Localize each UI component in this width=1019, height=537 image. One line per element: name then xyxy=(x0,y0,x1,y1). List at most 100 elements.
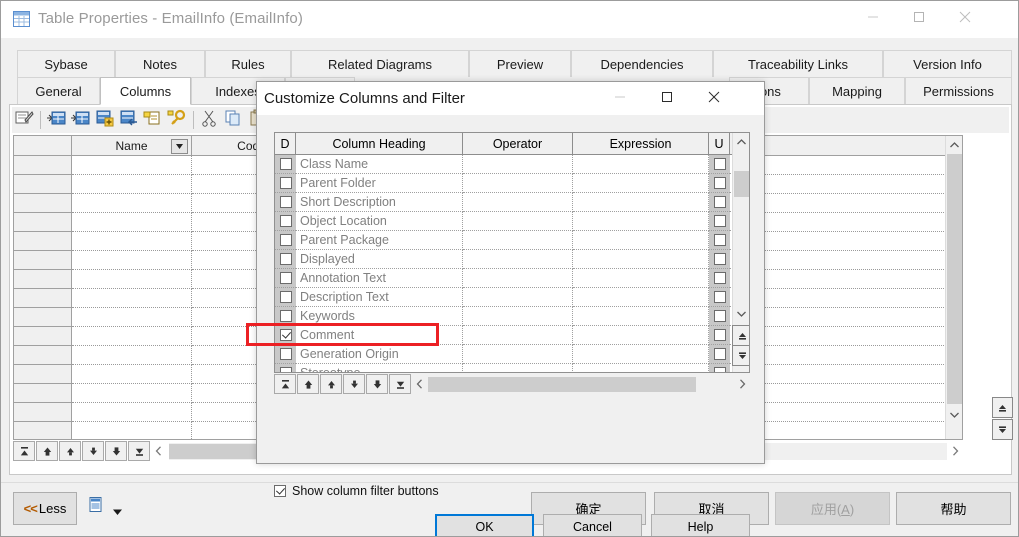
expression-cell[interactable] xyxy=(573,193,709,212)
add-column-icon[interactable] xyxy=(95,109,117,131)
row-header-cell[interactable] xyxy=(14,194,72,213)
dialog-nav-page-down-button[interactable] xyxy=(366,374,388,394)
used-checkbox[interactable] xyxy=(714,196,726,208)
cell-name[interactable] xyxy=(72,213,192,232)
dialog-nav-first-button[interactable] xyxy=(274,374,296,394)
dialog-move-top-button[interactable] xyxy=(732,325,750,346)
column-heading-cell[interactable]: Description Text xyxy=(296,288,463,307)
dialog-close-button[interactable] xyxy=(691,82,736,112)
display-checkbox[interactable] xyxy=(280,234,292,246)
operator-cell[interactable] xyxy=(463,155,573,174)
operator-cell[interactable] xyxy=(463,212,573,231)
used-checkbox-cell[interactable] xyxy=(709,193,730,212)
display-checkbox-cell[interactable] xyxy=(275,193,296,212)
help-button[interactable]: 帮助 xyxy=(896,492,1011,525)
used-checkbox-cell[interactable] xyxy=(709,231,730,250)
nav-up-button[interactable] xyxy=(59,441,81,461)
cell-name[interactable] xyxy=(72,422,192,440)
minimize-button[interactable] xyxy=(850,1,896,32)
used-checkbox[interactable] xyxy=(714,158,726,170)
cell-name[interactable] xyxy=(72,270,192,289)
display-checkbox[interactable] xyxy=(280,215,292,227)
dialog-help-button[interactable]: Help xyxy=(651,514,750,537)
grid-scroll-thumb[interactable] xyxy=(947,154,962,404)
row-header-cell[interactable] xyxy=(14,365,72,384)
row-header-cell[interactable] xyxy=(14,232,72,251)
column-heading-cell[interactable]: Comment xyxy=(296,326,463,345)
cell-name[interactable] xyxy=(72,289,192,308)
row-header-cell[interactable] xyxy=(14,270,72,289)
dialog-nav-page-up-button[interactable] xyxy=(297,374,319,394)
row-header-cell[interactable] xyxy=(14,156,72,175)
tab-mapping[interactable]: Mapping xyxy=(809,77,905,104)
used-checkbox-cell[interactable] xyxy=(709,212,730,231)
filter-dropdown-icon[interactable] xyxy=(171,139,188,154)
operator-cell[interactable] xyxy=(463,326,573,345)
display-checkbox-cell[interactable] xyxy=(275,174,296,193)
operator-cell[interactable] xyxy=(463,269,573,288)
dialog-nav-last-button[interactable] xyxy=(389,374,411,394)
list-item[interactable]: Stereotype xyxy=(275,364,749,373)
dialog-hscroll-left-icon[interactable] xyxy=(412,379,426,389)
column-heading-cell[interactable]: Displayed xyxy=(296,250,463,269)
column-heading-cell[interactable]: Short Description xyxy=(296,193,463,212)
list-item[interactable]: Parent Folder xyxy=(275,174,749,193)
nav-page-up-button[interactable] xyxy=(36,441,58,461)
tab-columns[interactable]: Columns xyxy=(100,77,191,105)
used-checkbox[interactable] xyxy=(714,291,726,303)
dialog-minimize-button[interactable] xyxy=(597,82,642,112)
expression-cell[interactable] xyxy=(573,212,709,231)
expression-cell[interactable] xyxy=(573,326,709,345)
row-header-cell[interactable] xyxy=(14,422,72,440)
tab-related-diagrams[interactable]: Related Diagrams xyxy=(291,50,469,77)
show-filter-buttons-checkbox-row[interactable]: Show column filter buttons xyxy=(274,484,439,498)
column-filter-list[interactable]: D Column Heading Operator Expression U C… xyxy=(274,132,750,373)
used-checkbox[interactable] xyxy=(714,348,726,360)
used-checkbox[interactable] xyxy=(714,367,726,373)
chevron-down-icon[interactable] xyxy=(113,504,122,518)
add-row-icon[interactable] xyxy=(71,109,93,131)
expression-cell[interactable] xyxy=(573,307,709,326)
operator-cell[interactable] xyxy=(463,364,573,373)
cell-name[interactable] xyxy=(72,327,192,346)
cell-name[interactable] xyxy=(72,308,192,327)
row-header-cell[interactable] xyxy=(14,403,72,422)
column-heading-cell[interactable]: Parent Package xyxy=(296,231,463,250)
column-heading-cell[interactable]: Object Location xyxy=(296,212,463,231)
display-checkbox[interactable] xyxy=(280,291,292,303)
expression-cell[interactable] xyxy=(573,174,709,193)
operator-cell[interactable] xyxy=(463,174,573,193)
operator-cell[interactable] xyxy=(463,250,573,269)
display-checkbox-cell[interactable] xyxy=(275,250,296,269)
used-checkbox-cell[interactable] xyxy=(709,345,730,364)
hscroll-left-icon[interactable] xyxy=(151,446,165,456)
used-checkbox-cell[interactable] xyxy=(709,326,730,345)
row-header-cell[interactable] xyxy=(14,213,72,232)
scroll-to-bottom-button[interactable] xyxy=(992,419,1013,440)
dialog-nav-up-button[interactable] xyxy=(320,374,342,394)
cut-icon[interactable] xyxy=(200,109,222,131)
column-heading-cell[interactable]: Annotation Text xyxy=(296,269,463,288)
list-item[interactable]: Displayed xyxy=(275,250,749,269)
used-checkbox[interactable] xyxy=(714,272,726,284)
cell-name[interactable] xyxy=(72,175,192,194)
column-heading-cell[interactable]: Keywords xyxy=(296,307,463,326)
tab-general[interactable]: General xyxy=(17,77,100,104)
scroll-down-icon[interactable] xyxy=(946,406,963,423)
dialog-nav-down-button[interactable] xyxy=(343,374,365,394)
scroll-to-top-button[interactable] xyxy=(992,397,1013,418)
used-checkbox-cell[interactable] xyxy=(709,364,730,373)
operator-cell[interactable] xyxy=(463,288,573,307)
dialog-hscroll-thumb[interactable] xyxy=(428,377,696,392)
display-checkbox[interactable] xyxy=(280,367,292,373)
add-key-icon[interactable] xyxy=(143,109,165,131)
dialog-scroll-thumb[interactable] xyxy=(734,171,749,197)
cell-name[interactable] xyxy=(72,232,192,251)
display-checkbox[interactable] xyxy=(280,310,292,322)
tab-permissions[interactable]: Permissions xyxy=(905,77,1012,104)
used-checkbox[interactable] xyxy=(714,253,726,265)
cell-name[interactable] xyxy=(72,384,192,403)
list-item[interactable]: Class Name xyxy=(275,155,749,174)
row-header-cell[interactable] xyxy=(14,175,72,194)
tab-traceability-links[interactable]: Traceability Links xyxy=(713,50,883,77)
